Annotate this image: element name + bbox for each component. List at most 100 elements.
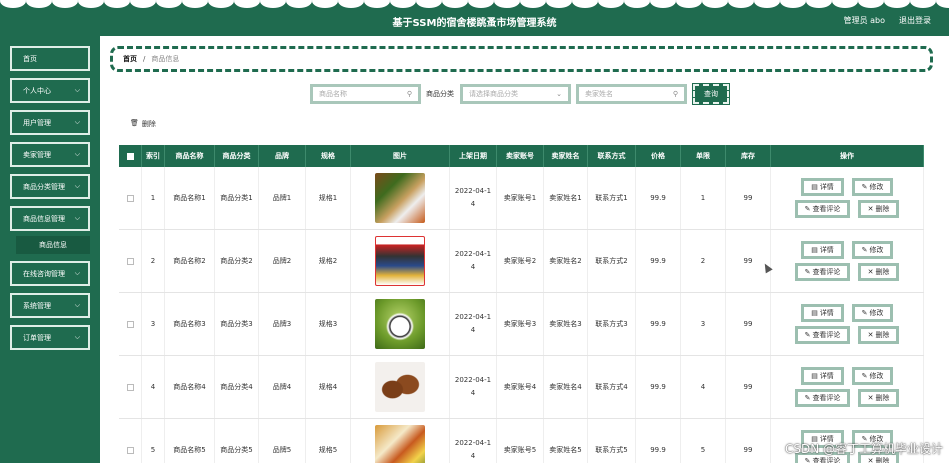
delete-button[interactable]: ✕ 删除	[858, 389, 899, 407]
cell-price: 99.9	[636, 230, 681, 292]
sidebar-item[interactable]: 商品信息管理 ⌵	[10, 206, 90, 231]
logout-link[interactable]: 退出登录	[899, 15, 931, 26]
sidebar-item-label: 在线咨询管理	[23, 269, 65, 278]
sidebar-item[interactable]: 商品分类管理 ⌵	[10, 174, 90, 199]
select-all-checkbox[interactable]	[126, 152, 134, 160]
scallop-shape	[286, 0, 312, 8]
scallop-shape	[442, 0, 468, 8]
pencil-icon: ✎	[861, 308, 868, 317]
edit-button[interactable]: ✎ 修改	[852, 367, 893, 385]
row-checkbox[interactable]	[126, 257, 134, 265]
cell-spec: 规格3	[306, 293, 351, 355]
cell-seller-name: 卖家姓名5	[544, 419, 588, 463]
detail-button[interactable]: ▤ 详情	[801, 304, 844, 322]
row-checkbox[interactable]	[126, 320, 134, 328]
cell-contact: 联系方式4	[588, 356, 636, 418]
category-select[interactable]: 请选择商品分类 ⌄	[460, 84, 571, 104]
view-reviews-button[interactable]: ✎ 查看评论	[795, 263, 850, 281]
view-reviews-button[interactable]: ✎ 查看评论	[795, 200, 850, 218]
seller-name-input[interactable]: 卖家姓名 ⚲	[576, 84, 687, 104]
cell-seller-name: 卖家姓名3	[544, 293, 588, 355]
scallop-shape	[780, 0, 806, 8]
trash-icon: ✕	[867, 393, 874, 402]
cell-index: 1	[142, 167, 165, 229]
sidebar-item[interactable]: 个人中心 ⌵	[10, 78, 90, 103]
scallop-shape	[650, 0, 676, 8]
row-checkbox[interactable]	[126, 446, 134, 454]
sidebar-subitem-product-info[interactable]: 商品信息	[16, 236, 90, 254]
watermark: CSDN @睿丁工算机毕业设计	[784, 442, 943, 456]
delete-button[interactable]: ✕ 删除	[858, 326, 899, 344]
edit-button[interactable]: ✎ 修改	[852, 178, 893, 196]
current-user: 管理员 abo	[843, 16, 885, 25]
cell-stock: 99	[726, 356, 771, 418]
product-image[interactable]	[375, 173, 425, 223]
row-select-cell	[119, 167, 142, 229]
header-select-all[interactable]	[119, 145, 142, 167]
product-image[interactable]	[375, 236, 425, 286]
scallop-shape	[130, 0, 156, 8]
product-image[interactable]	[375, 425, 425, 463]
column-header: 单限	[681, 145, 726, 167]
detail-button[interactable]: ▤ 详情	[801, 241, 844, 259]
detail-button[interactable]: ▤ 详情	[801, 367, 844, 385]
scallop-shape	[364, 0, 390, 8]
row-checkbox[interactable]	[126, 194, 134, 202]
cell-seller-name: 卖家姓名2	[544, 230, 588, 292]
cell-spec: 规格2	[306, 230, 351, 292]
cell-product-name: 商品名称5	[165, 419, 215, 463]
sidebar-item[interactable]: 订单管理 ⌵	[10, 325, 90, 350]
edit-button[interactable]: ✎ 修改	[852, 241, 893, 259]
sidebar-item[interactable]: 用户管理 ⌵	[10, 110, 90, 135]
view-reviews-button[interactable]: ✎ 查看评论	[795, 389, 850, 407]
actions-row: ▤ 详情 ✎ 修改	[801, 241, 893, 259]
actions-row: ✎ 查看评论 ✕ 删除	[795, 326, 899, 344]
detail-button[interactable]: ▤ 详情	[801, 178, 844, 196]
column-header: 索引	[142, 145, 165, 167]
sidebar-item[interactable]: 卖家管理 ⌵	[10, 142, 90, 167]
view-reviews-button[interactable]: ✎ 查看评论	[795, 326, 850, 344]
delete-button-label: 删除	[875, 330, 890, 339]
top-header: 基于SSM的宿舍楼跳蚤市场管理系统 管理员 abo 退出登录	[0, 0, 949, 36]
cell-actions: ▤ 详情 ✎ 修改 ✎ 查看评论 ✕ 删除	[771, 356, 924, 418]
search-icon: ⚲	[406, 90, 412, 98]
pencil-icon: ✎	[804, 330, 811, 339]
trash-icon: ✕	[867, 330, 874, 339]
product-image[interactable]	[375, 299, 425, 349]
product-name-input[interactable]: 商品名称 ⚲	[310, 84, 421, 104]
query-button[interactable]: 查询	[692, 83, 730, 105]
chevron-down-icon: ⌵	[74, 214, 80, 222]
row-select-cell	[119, 356, 142, 418]
cell-category: 商品分类5	[215, 419, 259, 463]
date-line: 2022-04-1	[454, 313, 492, 321]
sidebar-item-label: 卖家管理	[23, 150, 51, 159]
date-line: 4	[470, 389, 476, 397]
cell-spec: 规格5	[306, 419, 351, 463]
scallop-shape	[572, 0, 598, 8]
table-row: 2 商品名称2 商品分类2 品牌2 规格2 2022-04-1 4 卖家账号2 卖家姓名2 联系方…	[119, 230, 924, 293]
sidebar-item[interactable]: 在线咨询管理 ⌵	[10, 261, 90, 286]
cell-spec: 规格1	[306, 167, 351, 229]
delete-button[interactable]: ✕ 删除	[858, 200, 899, 218]
sidebar-item[interactable]: 首页	[10, 46, 90, 71]
scallop-shape	[468, 0, 494, 8]
chevron-down-icon: ⌵	[74, 269, 80, 277]
cell-index: 2	[142, 230, 165, 292]
cell-index: 4	[142, 356, 165, 418]
breadcrumb-home[interactable]: 首页	[123, 54, 137, 64]
row-checkbox[interactable]	[126, 383, 134, 391]
cell-image	[351, 230, 450, 292]
cell-stock: 99	[726, 230, 771, 292]
detail-button-label: 详情	[819, 371, 834, 380]
cell-contact: 联系方式2	[588, 230, 636, 292]
column-header: 操作	[771, 145, 924, 167]
delete-button[interactable]: ✕ 删除	[858, 263, 899, 281]
batch-delete-button[interactable]: 🗑 删除	[130, 119, 156, 129]
product-image[interactable]	[375, 362, 425, 412]
chevron-down-icon: ⌵	[74, 118, 80, 126]
sidebar-item-label: 个人中心	[23, 86, 51, 95]
edit-button[interactable]: ✎ 修改	[852, 304, 893, 322]
scallop-shape	[910, 0, 936, 8]
pencil-icon: ✎	[861, 371, 868, 380]
sidebar-item[interactable]: 系统管理 ⌵	[10, 293, 90, 318]
